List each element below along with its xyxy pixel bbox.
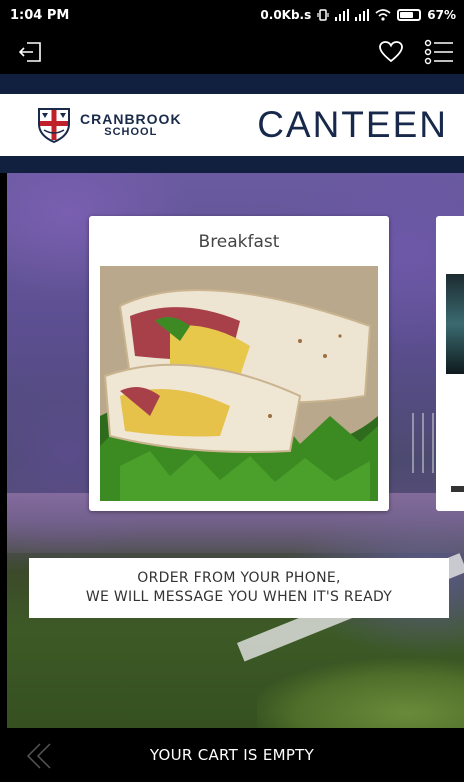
next-card-mark [451, 486, 464, 492]
next-card-image [446, 274, 464, 374]
favorites-button[interactable] [376, 37, 406, 67]
network-speed: 0.0Kb.s [260, 8, 312, 22]
menu-list-icon [424, 39, 453, 65]
vibrate-icon [317, 9, 329, 21]
signal-icon [335, 9, 350, 21]
cart-status: YOUR CART IS EMPTY [149, 746, 315, 764]
menu-card-next[interactable] [436, 216, 464, 511]
hero-hedge [257, 643, 464, 728]
app-bar [0, 30, 464, 74]
signal-icon-2 [355, 9, 370, 21]
status-indicators: 0.0Kb.s 67% [260, 8, 456, 22]
info-line-1: ORDER FROM YOUR PHONE, [137, 570, 341, 587]
cart-bar: YOUR CART IS EMPTY [0, 728, 464, 782]
logout-button[interactable] [16, 37, 46, 67]
banner-band-bottom [0, 156, 464, 173]
school-name-line1: CRANBROOK [80, 110, 182, 127]
breakfast-wrap-illustration [100, 266, 378, 501]
battery-icon [397, 9, 422, 21]
status-time: 1:04 PM [10, 7, 70, 23]
cart-back-button[interactable] [24, 740, 56, 772]
banner-band-top [0, 74, 464, 94]
info-line-2: WE WILL MESSAGE YOU WHEN IT'S READY [85, 589, 393, 605]
battery-level: 67% [427, 8, 456, 22]
double-chevron-left-icon [26, 743, 51, 769]
crest-icon [38, 108, 70, 144]
menu-card-breakfast[interactable]: Breakfast [89, 216, 389, 511]
menu-card-title: Breakfast [198, 232, 280, 252]
page-title: CANTEEN [257, 104, 448, 145]
menu-button[interactable] [424, 37, 454, 67]
school-banner: CRANBROOK SCHOOL CANTEEN [0, 94, 464, 156]
app-bar-actions [376, 37, 454, 67]
school-name-line2: SCHOOL [104, 125, 158, 138]
logout-icon [18, 42, 41, 62]
heart-icon [379, 41, 403, 63]
school-logo: CRANBROOK SCHOOL [36, 106, 182, 144]
school-name: CRANBROOK SCHOOL [80, 112, 182, 138]
breakfast-wrap-image [100, 266, 378, 501]
status-bar: 1:04 PM 0.0Kb.s 67% [0, 0, 464, 30]
info-banner: ORDER FROM YOUR PHONE, WE WILL MESSAGE Y… [29, 558, 449, 618]
wifi-icon [375, 9, 391, 21]
